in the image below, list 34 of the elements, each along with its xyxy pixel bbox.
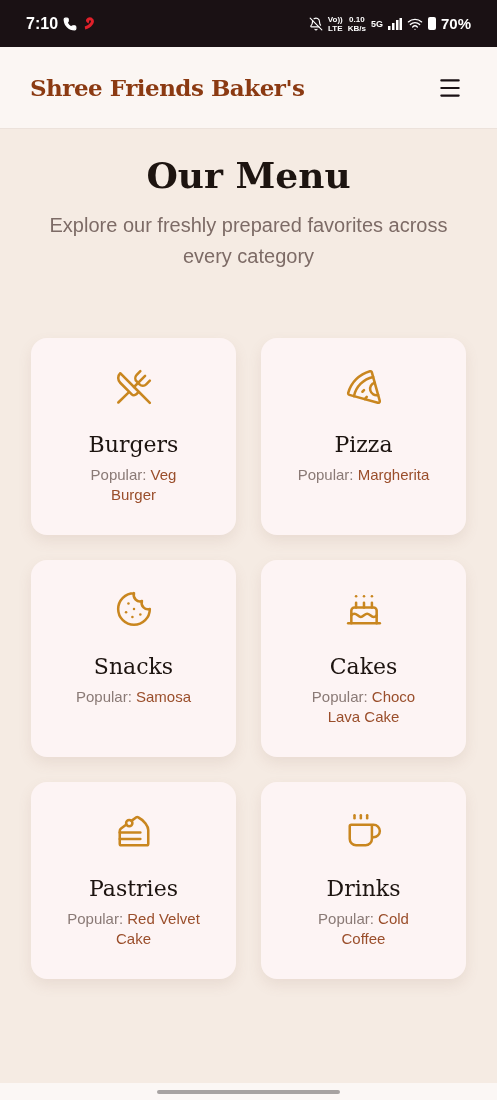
category-name: Snacks: [93, 654, 174, 679]
category-card[interactable]: Cakes Popular: Choco Lava Cake: [261, 560, 466, 757]
popular-text: Popular: Margherita: [296, 465, 431, 485]
fork-knife-icon: [114, 368, 153, 406]
volte-indicator: Vo)) LTE: [327, 14, 343, 33]
mute-icon: [308, 16, 323, 31]
phone-icon: [63, 16, 78, 31]
popular-text: Popular: Choco Lava Cake: [310, 687, 417, 727]
popular-text: Popular: Cold Coffee: [317, 909, 410, 949]
category-name: Burgers: [88, 432, 179, 457]
category-name: Pastries: [89, 876, 178, 901]
category-name: Drinks: [326, 876, 401, 901]
popular-text: Popular: Veg Burger: [89, 465, 178, 505]
category-card[interactable]: Pizza Popular: Margherita: [261, 338, 466, 535]
category-card[interactable]: Burgers Popular: Veg Burger: [31, 338, 236, 535]
category-name: Cakes: [329, 654, 398, 679]
pizza-slice-icon: [344, 368, 383, 406]
network-speed: 0.10 KB/s: [347, 14, 366, 33]
cookie-icon: [114, 590, 153, 628]
network-type: 5G: [370, 18, 383, 29]
signal-icon: [387, 17, 402, 30]
brand-name[interactable]: Shree Friends Baker's: [30, 74, 305, 101]
battery-icon: [427, 17, 436, 30]
category-card[interactable]: Snacks Popular: Samosa: [31, 560, 236, 757]
battery-percent: 70%: [440, 15, 471, 32]
popular-text: Popular: Samosa: [74, 687, 193, 707]
page-subtitle: Explore our freshly prepared favorites across every category: [48, 213, 449, 269]
clock-time: 7:10: [26, 14, 59, 33]
popular-text: Popular: Red Velvet Cake: [66, 909, 201, 949]
carrier-logo-icon: [82, 16, 97, 31]
category-card[interactable]: Drinks Popular: Cold Coffee: [261, 782, 466, 979]
category-card[interactable]: Pastries Popular: Red Velvet Cake: [31, 782, 236, 979]
category-name: Pizza: [334, 432, 393, 457]
page-title: Our Menu: [146, 154, 351, 196]
